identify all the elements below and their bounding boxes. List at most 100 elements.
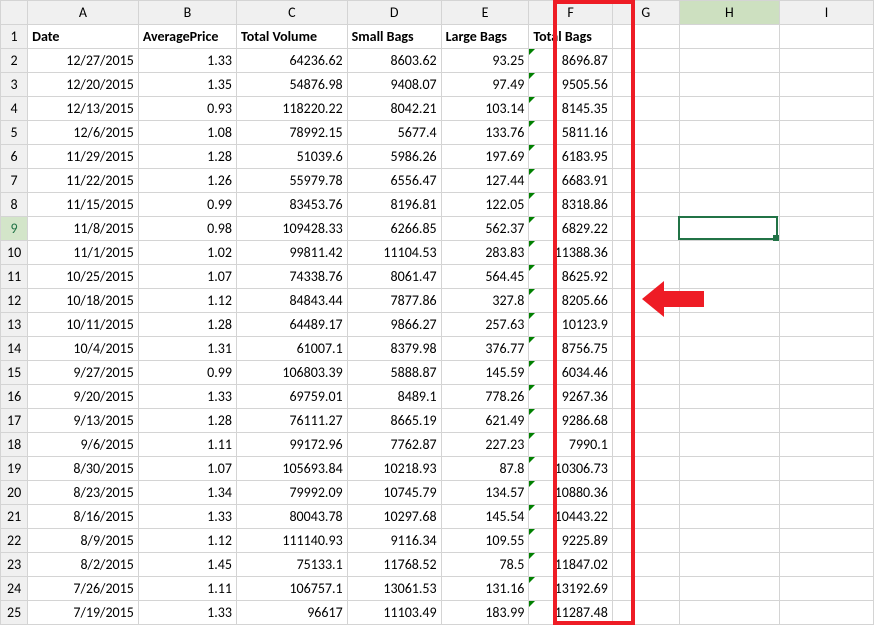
row-header-16[interactable]: 16 [1,385,28,409]
cell-A14[interactable]: 10/4/2015 [28,337,139,361]
cell-A4[interactable]: 12/13/2015 [28,97,139,121]
cell-G18[interactable] [612,433,679,457]
cell-G16[interactable] [612,385,679,409]
cell-A19[interactable]: 8/30/2015 [28,457,139,481]
cell-B7[interactable]: 1.26 [138,169,236,193]
cell-C12[interactable]: 84843.44 [236,289,347,313]
cell-I19[interactable] [779,457,873,481]
cell-E23[interactable]: 78.5 [441,553,529,577]
cell-B3[interactable]: 1.35 [138,73,236,97]
row-header-19[interactable]: 19 [1,457,28,481]
cell-D15[interactable]: 5888.87 [347,361,441,385]
cell-F7[interactable]: 6683.91 [529,169,613,193]
cell-A17[interactable]: 9/13/2015 [28,409,139,433]
cell-E7[interactable]: 127.44 [441,169,529,193]
cell-I13[interactable] [779,313,873,337]
cell-H18[interactable] [679,433,779,457]
cell-C20[interactable]: 79992.09 [236,481,347,505]
cell-A16[interactable]: 9/20/2015 [28,385,139,409]
row-header-1[interactable]: 1 [1,25,28,49]
cell-I1[interactable] [779,25,873,49]
row-header-25[interactable]: 25 [1,601,28,625]
cell-E12[interactable]: 327.8 [441,289,529,313]
cell-H19[interactable] [679,457,779,481]
cell-I18[interactable] [779,433,873,457]
cell-A7[interactable]: 11/22/2015 [28,169,139,193]
cell-F17[interactable]: 9286.68 [529,409,613,433]
cell-B12[interactable]: 1.12 [138,289,236,313]
cell-D9[interactable]: 6266.85 [347,217,441,241]
cell-F16[interactable]: 9267.36 [529,385,613,409]
cell-B25[interactable]: 1.33 [138,601,236,625]
cell-D10[interactable]: 11104.53 [347,241,441,265]
cell-G24[interactable] [612,577,679,601]
col-header-E[interactable]: E [441,1,529,25]
cell-B22[interactable]: 1.12 [138,529,236,553]
cell-F6[interactable]: 6183.95 [529,145,613,169]
cell-F9[interactable]: 6829.22 [529,217,613,241]
col-header-D[interactable]: D [347,1,441,25]
cell-H15[interactable] [679,361,779,385]
cell-H22[interactable] [679,529,779,553]
cell-F8[interactable]: 8318.86 [529,193,613,217]
cell-C23[interactable]: 75133.1 [236,553,347,577]
row-header-2[interactable]: 2 [1,49,28,73]
cell-G5[interactable] [612,121,679,145]
cell-E14[interactable]: 376.77 [441,337,529,361]
row-header-12[interactable]: 12 [1,289,28,313]
cell-H10[interactable] [679,241,779,265]
cell-I23[interactable] [779,553,873,577]
cell-E17[interactable]: 621.49 [441,409,529,433]
cell-E15[interactable]: 145.59 [441,361,529,385]
cell-H9[interactable] [679,217,779,241]
cell-C1[interactable]: Total Volume [236,25,347,49]
cell-G4[interactable] [612,97,679,121]
cell-B8[interactable]: 0.99 [138,193,236,217]
row-header-21[interactable]: 21 [1,505,28,529]
cell-C13[interactable]: 64489.17 [236,313,347,337]
cell-F21[interactable]: 10443.22 [529,505,613,529]
cell-D8[interactable]: 8196.81 [347,193,441,217]
cell-A11[interactable]: 10/25/2015 [28,265,139,289]
cell-H16[interactable] [679,385,779,409]
cell-A1[interactable]: Date [28,25,139,49]
cell-H6[interactable] [679,145,779,169]
cell-F14[interactable]: 8756.75 [529,337,613,361]
col-header-G[interactable]: G [612,1,679,25]
cell-D23[interactable]: 11768.52 [347,553,441,577]
cell-I8[interactable] [779,193,873,217]
row-header-7[interactable]: 7 [1,169,28,193]
cell-F18[interactable]: 7990.1 [529,433,613,457]
cell-C11[interactable]: 74338.76 [236,265,347,289]
cell-F3[interactable]: 9505.56 [529,73,613,97]
row-header-8[interactable]: 8 [1,193,28,217]
row-header-4[interactable]: 4 [1,97,28,121]
cell-F25[interactable]: 11287.48 [529,601,613,625]
cell-E3[interactable]: 97.49 [441,73,529,97]
cell-D2[interactable]: 8603.62 [347,49,441,73]
cell-B9[interactable]: 0.98 [138,217,236,241]
cell-I3[interactable] [779,73,873,97]
cell-E5[interactable]: 133.76 [441,121,529,145]
cell-E22[interactable]: 109.55 [441,529,529,553]
cell-G14[interactable] [612,337,679,361]
cell-F19[interactable]: 10306.73 [529,457,613,481]
cell-I5[interactable] [779,121,873,145]
cell-D3[interactable]: 9408.07 [347,73,441,97]
cell-D4[interactable]: 8042.21 [347,97,441,121]
cell-D19[interactable]: 10218.93 [347,457,441,481]
cell-G21[interactable] [612,505,679,529]
cell-F2[interactable]: 8696.87 [529,49,613,73]
row-header-23[interactable]: 23 [1,553,28,577]
cell-I15[interactable] [779,361,873,385]
cell-I9[interactable] [779,217,873,241]
cell-C19[interactable]: 105693.84 [236,457,347,481]
cell-H17[interactable] [679,409,779,433]
cell-D14[interactable]: 8379.98 [347,337,441,361]
row-header-13[interactable]: 13 [1,313,28,337]
cell-I4[interactable] [779,97,873,121]
cell-A10[interactable]: 11/1/2015 [28,241,139,265]
row-header-6[interactable]: 6 [1,145,28,169]
row-header-11[interactable]: 11 [1,265,28,289]
cell-C16[interactable]: 69759.01 [236,385,347,409]
